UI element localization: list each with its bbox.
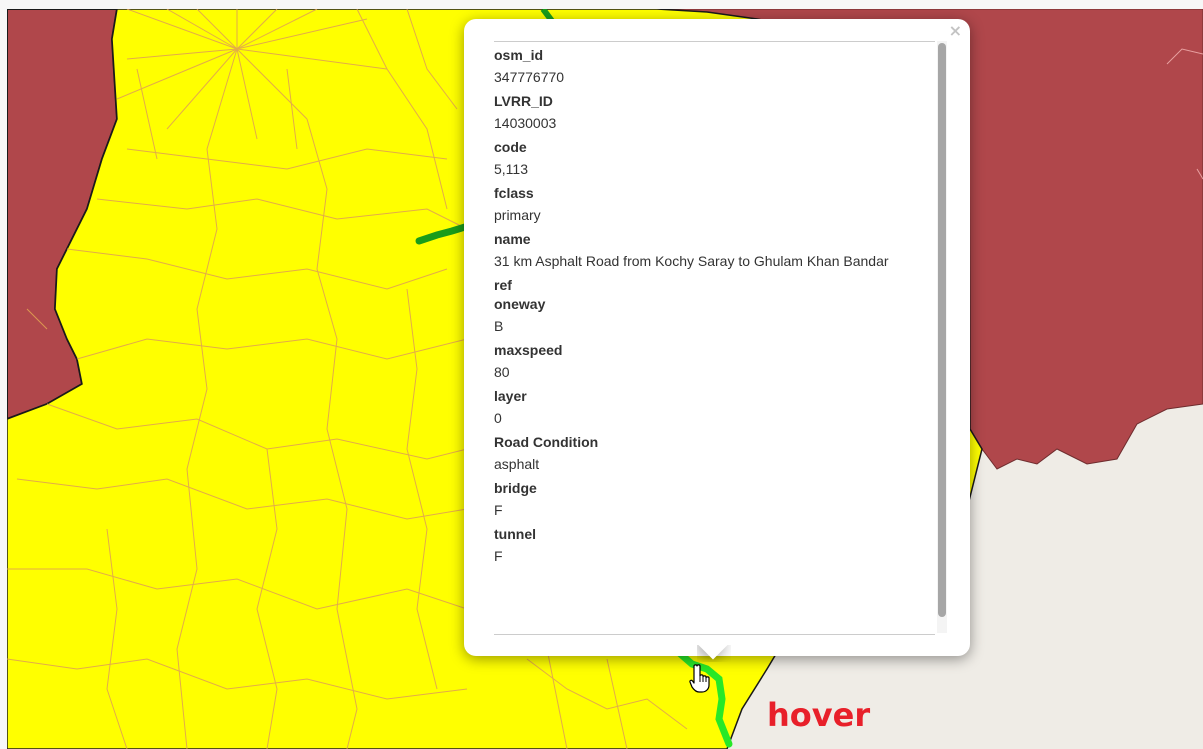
attribute-name: code [494,139,527,155]
attribute-name: ref [494,277,512,293]
attribute-value: 347776770 [494,69,565,85]
attribute-row: Road Condition asphalt [494,433,935,476]
attribute-name: fclass [494,185,534,201]
attribute-name: bridge [494,480,537,496]
close-icon[interactable]: × [949,23,962,39]
attribute-name: Road Condition [494,434,599,450]
attribute-row: maxspeed 80 [494,341,935,384]
attribute-value: B [494,318,504,334]
attribute-name: name [494,231,531,247]
attribute-row: bridge F [494,479,935,522]
popup-scrollbar[interactable] [937,41,947,633]
hover-annotation-label: hover [767,696,871,734]
attribute-row: layer 0 [494,387,935,430]
scrollbar-thumb[interactable] [938,43,946,617]
attribute-name: layer [494,388,527,404]
attribute-row: osm_id 347776770 [494,46,935,89]
popup-tip [697,645,731,662]
attribute-row: LVRR_ID 14030003 [494,92,935,135]
attribute-row: code 5,113 [494,138,935,181]
attribute-value: 80 [494,364,510,380]
map-view[interactable]: × osm_id 347776770 LVRR_ID 14030003 code 5,11… [7,9,1203,749]
attribute-value: 0 [494,410,502,426]
attribute-name: tunnel [494,526,536,542]
attribute-row: fclass primary [494,184,935,227]
attribute-value: 14030003 [494,115,557,131]
attribute-row: oneway B [494,295,935,338]
attribute-name: oneway [494,296,546,312]
attribute-row: name 31 km Asphalt Road from Kochy Saray … [494,230,935,273]
attribute-value: asphalt [494,456,540,472]
hand-pointer-icon [689,664,710,693]
attribute-row: tunnel F [494,525,935,568]
feature-info-popup[interactable]: × osm_id 347776770 LVRR_ID 14030003 code 5,11… [464,19,970,656]
attribute-value: F [494,548,503,564]
attribute-name: LVRR_ID [494,93,553,109]
attribute-value: F [494,502,503,518]
popup-content[interactable]: osm_id 347776770 LVRR_ID 14030003 code 5,113 f… [494,41,935,635]
attribute-list: osm_id 347776770 LVRR_ID 14030003 code 5,113 f… [494,42,935,568]
attribute-value: 31 km Asphalt Road from Kochy Saray to G… [494,253,889,269]
attribute-value: primary [494,207,541,223]
attribute-name: osm_id [494,47,544,63]
attribute-row: ref [494,276,935,295]
attribute-name: maxspeed [494,342,563,358]
attribute-value: 5,113 [494,161,528,177]
